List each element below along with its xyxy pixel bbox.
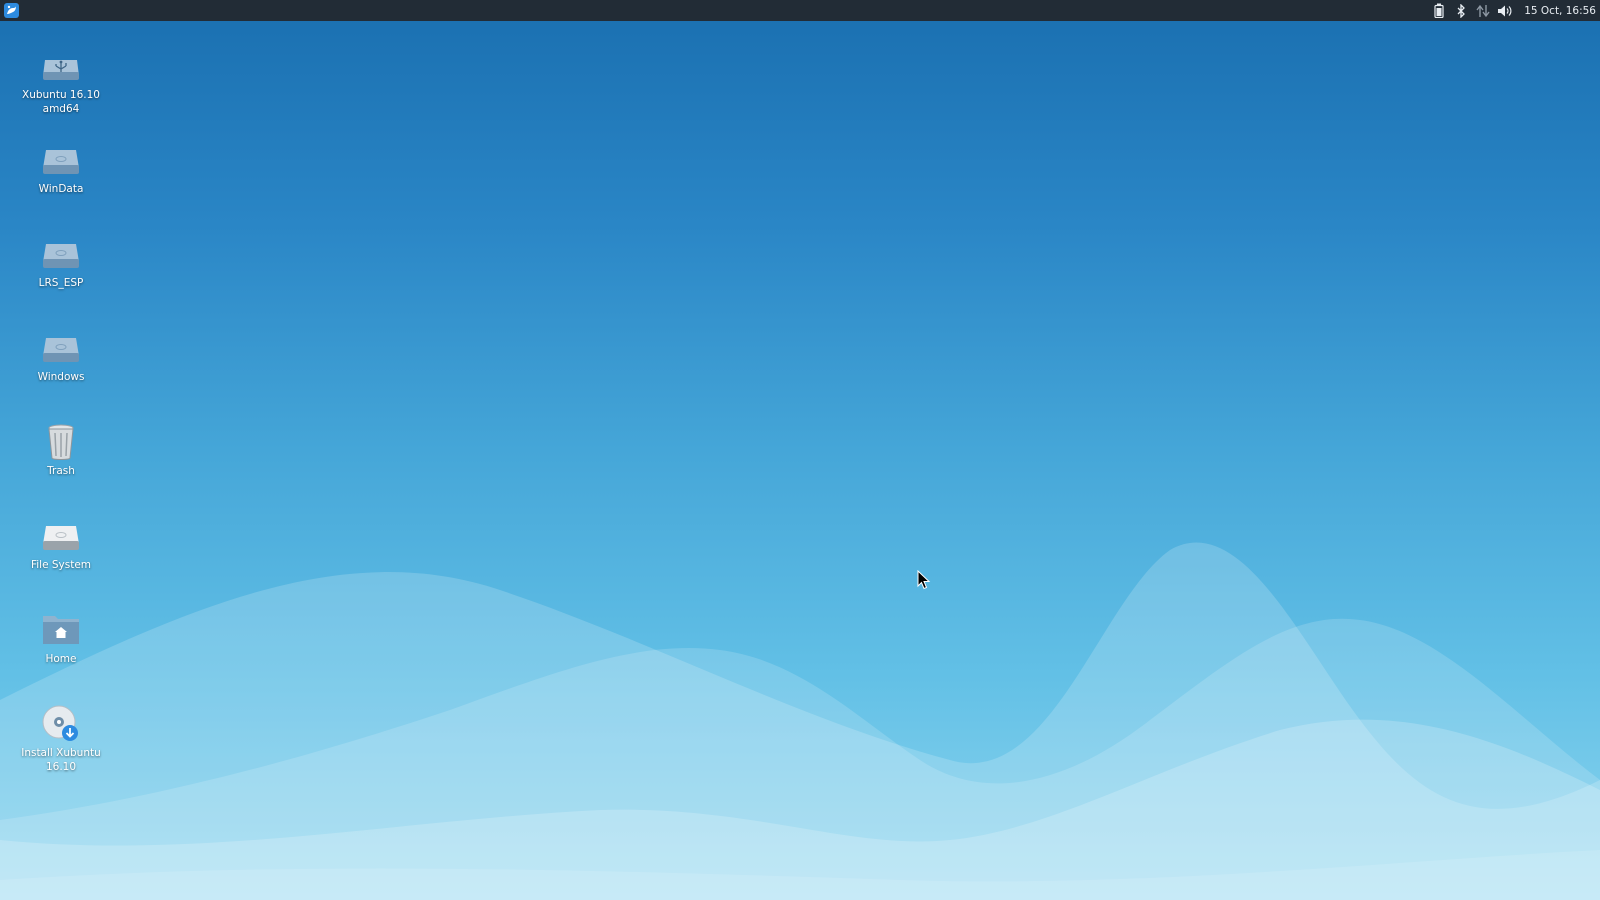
desktop-icon-lrs-esp[interactable]: LRS_ESP [17,234,105,290]
icon-label: Install Xubuntu 16.10 [21,747,101,773]
desktop-icon-windows[interactable]: Windows [17,328,105,384]
desktop-icon-trash[interactable]: Trash [17,422,105,478]
battery-icon[interactable] [1430,0,1448,21]
bluetooth-icon[interactable] [1452,0,1470,21]
file-system-icon [43,526,79,550]
usb-drive-icon [43,60,79,80]
top-panel: 15 Oct, 16:56 [0,0,1600,21]
trash-icon [48,424,74,460]
mouse-cursor-icon [917,570,931,590]
xfce-whisker-menu-icon [4,3,19,18]
wallpaper [0,542,1600,900]
desktop[interactable]: 15 Oct, 16:56 Xubuntu 16.10 amd64 WinDat… [0,0,1600,900]
icon-label: Windows [37,371,85,383]
hard-drive-icon [43,338,79,362]
install-disc-icon [42,705,78,741]
desktop-icon-home[interactable]: Home [17,610,105,666]
icon-label: LRS_ESP [38,277,84,289]
icon-label: WinData [38,183,84,195]
clock[interactable]: 15 Oct, 16:56 [1524,5,1596,17]
volume-icon[interactable] [1496,0,1514,21]
icon-label: File System [30,559,92,571]
whisker-menu-button[interactable] [3,2,20,19]
desktop-icon-xubuntu-usb[interactable]: Xubuntu 16.10 amd64 [17,46,105,116]
desktop-icon-install-xubuntu[interactable]: Install Xubuntu 16.10 [17,704,105,774]
desktop-icon-windata[interactable]: WinData [17,140,105,196]
hard-drive-icon [43,150,79,174]
home-folder-icon [43,616,79,644]
icon-label: Home [45,653,77,665]
network-icon[interactable] [1474,0,1492,21]
icon-label: Xubuntu 16.10 amd64 [22,89,100,115]
system-tray: 15 Oct, 16:56 [1428,0,1600,21]
desktop-icon-file-system[interactable]: File System [17,516,105,572]
hard-drive-icon [43,244,79,268]
icon-label: Trash [47,465,75,477]
